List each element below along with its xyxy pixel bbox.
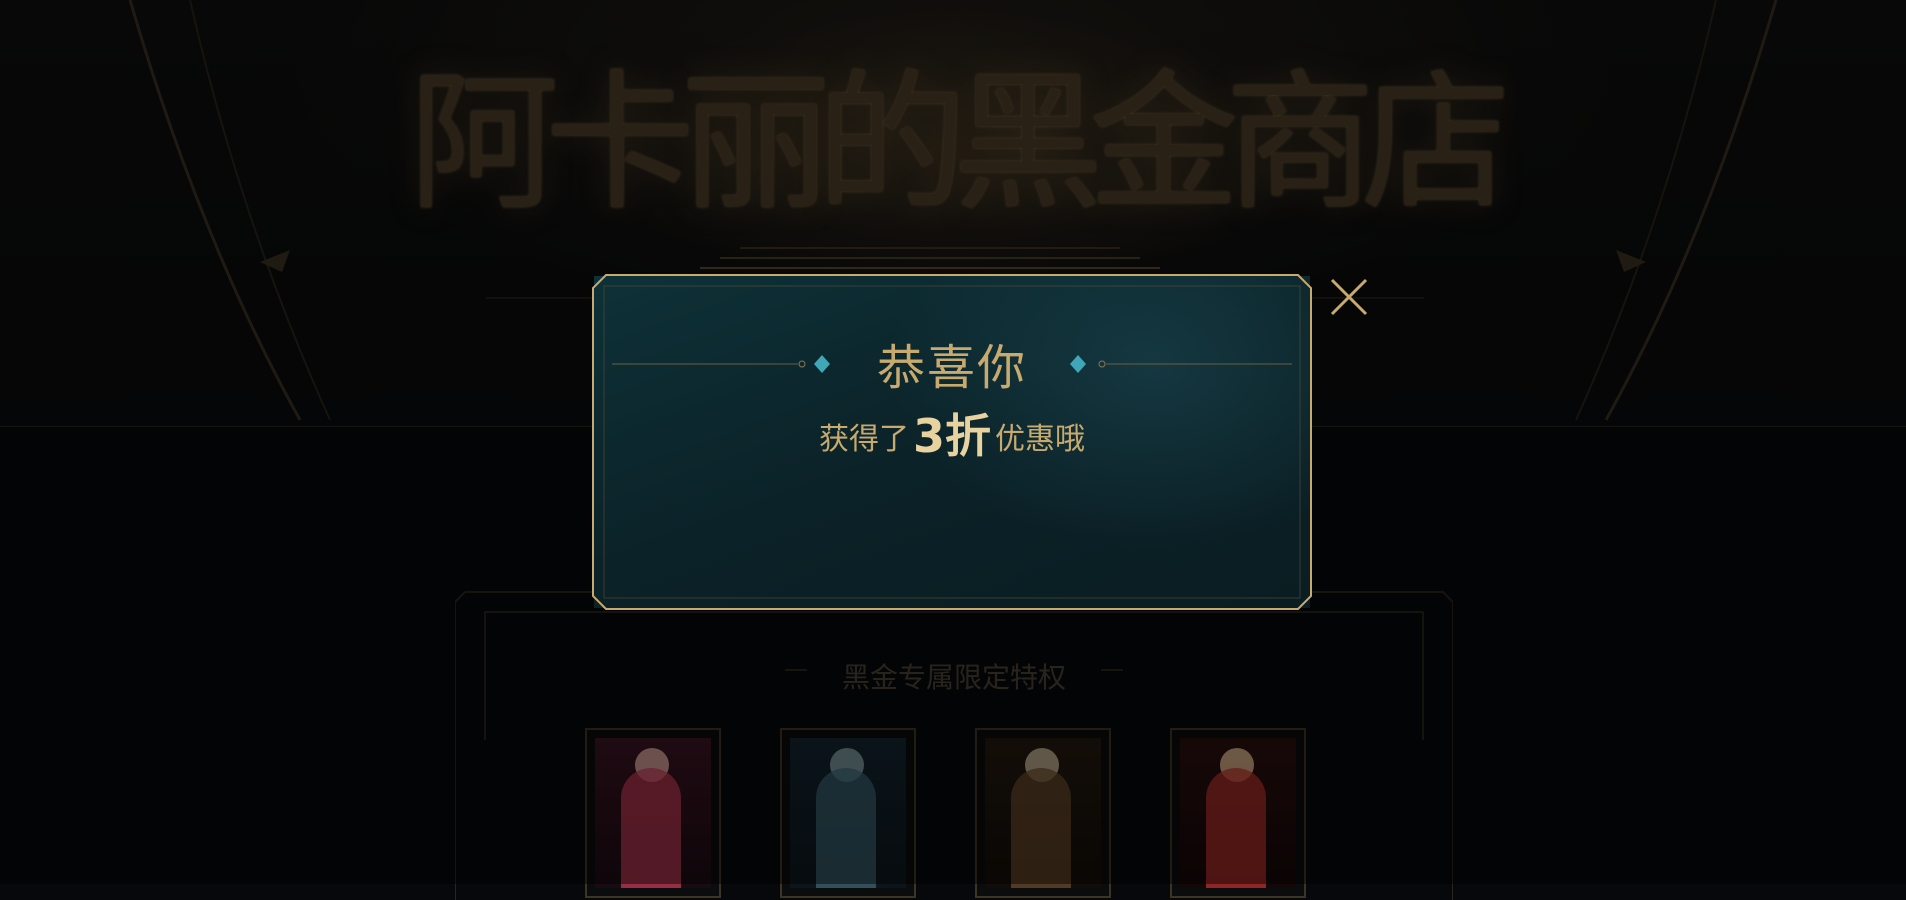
dialog-message: 获得了3折 优惠哦 xyxy=(592,400,1312,466)
message-suffix: 优惠哦 xyxy=(995,422,1085,457)
close-button[interactable] xyxy=(1328,276,1370,318)
dialog-heading: 恭喜你 xyxy=(876,340,1027,396)
discount-value: 3折 xyxy=(912,409,991,463)
close-icon xyxy=(1330,278,1368,316)
reward-dialog: 恭喜你 获得了3折 优惠哦 xyxy=(592,274,1312,610)
message-prefix: 获得了 xyxy=(818,422,909,457)
